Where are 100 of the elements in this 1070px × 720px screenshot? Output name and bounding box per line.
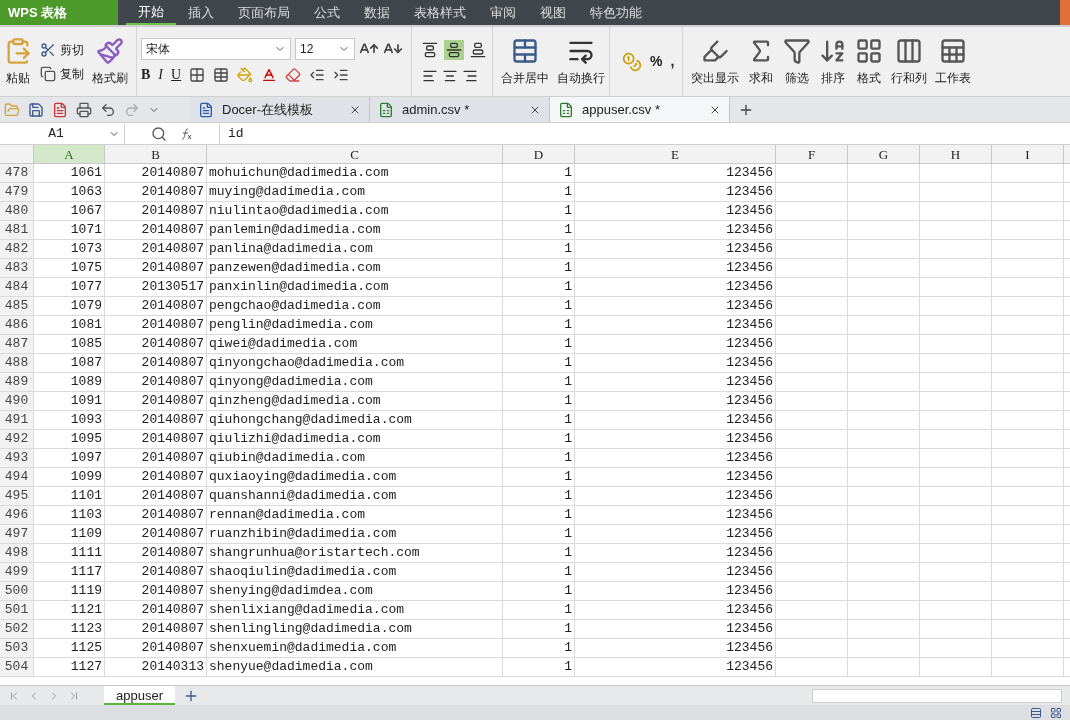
table-cell: panxinlin@dadimedia.com bbox=[207, 278, 503, 296]
app-menu-button[interactable]: WPS 表格 bbox=[0, 0, 118, 25]
cut-button[interactable]: 剪切 bbox=[36, 37, 88, 62]
column-header[interactable]: C bbox=[207, 145, 503, 163]
font-size-field[interactable]: 12 bbox=[295, 38, 355, 60]
menu-tab[interactable]: 数据 bbox=[352, 0, 402, 25]
document-tab[interactable]: admin.csv * bbox=[370, 97, 550, 122]
table-cell: 123456 bbox=[575, 373, 776, 391]
table-cell: 1 bbox=[503, 278, 575, 296]
row-header: 493 bbox=[0, 449, 34, 467]
font-style-button[interactable]: I bbox=[158, 64, 163, 85]
menu-tab[interactable]: 页面布局 bbox=[226, 0, 302, 25]
table-cell: 20140807 bbox=[105, 164, 207, 182]
table-cell: 1079 bbox=[34, 297, 105, 315]
table-cell: 1 bbox=[503, 601, 575, 619]
merge-center-button[interactable]: 合并居中 bbox=[501, 68, 549, 87]
ribbon-tool-button[interactable]: 行和列 bbox=[891, 68, 928, 87]
document-tab[interactable]: Docer-在线模板 bbox=[190, 97, 370, 122]
row-header: 484 bbox=[0, 278, 34, 296]
ribbon-tool-button[interactable]: 突出显示 bbox=[691, 68, 740, 87]
table-cell: 20140807 bbox=[105, 183, 207, 201]
copy-button[interactable]: 复制 bbox=[36, 61, 88, 86]
font-style-button[interactable]: U bbox=[171, 64, 182, 85]
function-icon[interactable] bbox=[179, 126, 193, 141]
table-cell: quanshanni@dadimedia.com bbox=[207, 487, 503, 505]
column-header[interactable]: B bbox=[105, 145, 207, 163]
table-cell: 1103 bbox=[34, 506, 105, 524]
ribbon-tool-button[interactable]: 筛选 bbox=[785, 68, 810, 87]
ribbon-tool-button[interactable]: 工作表 bbox=[935, 68, 972, 87]
eraser-icon bbox=[285, 66, 302, 83]
spreadsheet-icon bbox=[378, 101, 394, 118]
table-cell: 1 bbox=[503, 430, 575, 448]
print-icon bbox=[76, 101, 92, 118]
column-header[interactable]: G bbox=[848, 145, 920, 163]
menu-tab[interactable]: 公式 bbox=[302, 0, 352, 25]
row-header: 486 bbox=[0, 316, 34, 334]
fill-color-icon bbox=[237, 66, 254, 83]
row-header: 481 bbox=[0, 221, 34, 239]
table-cell: 123456 bbox=[575, 563, 776, 581]
number-format-button[interactable]: , bbox=[670, 51, 675, 72]
number-format-button[interactable]: % bbox=[650, 51, 663, 72]
table-cell: 1 bbox=[503, 221, 575, 239]
table-cell: 123456 bbox=[575, 544, 776, 562]
table-cell: qinzheng@dadimedia.com bbox=[207, 392, 503, 410]
wrap-text-button[interactable]: 自动换行 bbox=[557, 68, 605, 87]
table-cell: 1101 bbox=[34, 487, 105, 505]
formula-field[interactable]: id bbox=[219, 123, 1070, 144]
sheet-icon bbox=[939, 36, 968, 65]
column-header[interactable]: I bbox=[992, 145, 1064, 163]
table-cell: 1075 bbox=[34, 259, 105, 277]
menu-tab[interactable]: 视图 bbox=[528, 0, 578, 25]
document-tab[interactable]: appuser.csv * bbox=[550, 97, 730, 122]
menu-tab[interactable]: 插入 bbox=[176, 0, 226, 25]
row-header: 494 bbox=[0, 468, 34, 486]
format-painter-button[interactable]: 格式刷 bbox=[92, 68, 128, 87]
table-cell: 1 bbox=[503, 506, 575, 524]
column-header[interactable]: F bbox=[776, 145, 848, 163]
first-sheet-icon bbox=[8, 689, 20, 702]
paste-button[interactable]: 粘贴 bbox=[6, 68, 30, 87]
column-header[interactable]: D bbox=[503, 145, 575, 163]
table-cell: 20140807 bbox=[105, 487, 207, 505]
vertical-align-button[interactable] bbox=[444, 39, 464, 60]
row-header: 488 bbox=[0, 354, 34, 372]
column-header[interactable]: E bbox=[575, 145, 776, 163]
font-color-icon bbox=[261, 66, 278, 83]
table-cell: 20140807 bbox=[105, 202, 207, 220]
column-header[interactable]: A bbox=[34, 145, 105, 163]
currency-icon bbox=[622, 51, 642, 72]
table-cell: qiwei@dadimedia.com bbox=[207, 335, 503, 353]
column-header[interactable]: H bbox=[920, 145, 992, 163]
table-cell: 1 bbox=[503, 544, 575, 562]
table-cell: 20140807 bbox=[105, 525, 207, 543]
table-cell: 123456 bbox=[575, 164, 776, 182]
menu-tab[interactable]: 审阅 bbox=[478, 0, 528, 25]
table-cell: 123456 bbox=[575, 316, 776, 334]
table-cell: 1099 bbox=[34, 468, 105, 486]
table-cell: ruanzhibin@dadimedia.com bbox=[207, 525, 503, 543]
table-cell: 1121 bbox=[34, 601, 105, 619]
menu-tab[interactable]: 表格样式 bbox=[402, 0, 478, 25]
table-cell: quxiaoying@dadimedia.com bbox=[207, 468, 503, 486]
table-cell: shenyue@dadimedia.com bbox=[207, 658, 503, 676]
table-cell: 1111 bbox=[34, 544, 105, 562]
menu-tab[interactable]: 特色功能 bbox=[578, 0, 654, 25]
table-cell: 123456 bbox=[575, 183, 776, 201]
table-cell: 1 bbox=[503, 582, 575, 600]
ribbon-tool-button[interactable]: 排序 bbox=[821, 68, 846, 87]
table-cell: 1 bbox=[503, 240, 575, 258]
name-box[interactable]: A1 bbox=[0, 123, 125, 144]
ribbon-tool-button[interactable]: 求和 bbox=[749, 68, 774, 87]
table-cell: 123456 bbox=[575, 202, 776, 220]
row-header: 482 bbox=[0, 240, 34, 258]
sheet-tab[interactable]: appuser bbox=[104, 686, 175, 705]
table-cell: 1 bbox=[503, 411, 575, 429]
horizontal-scrollbar[interactable] bbox=[812, 688, 1062, 703]
font-name-field[interactable]: 宋体 bbox=[141, 38, 291, 60]
table-cell: panlemin@dadimedia.com bbox=[207, 221, 503, 239]
ribbon-tool-button[interactable]: 格式 bbox=[857, 68, 882, 87]
row-header: 483 bbox=[0, 259, 34, 277]
font-style-button[interactable]: B bbox=[141, 64, 151, 85]
table-cell: 20140807 bbox=[105, 240, 207, 258]
